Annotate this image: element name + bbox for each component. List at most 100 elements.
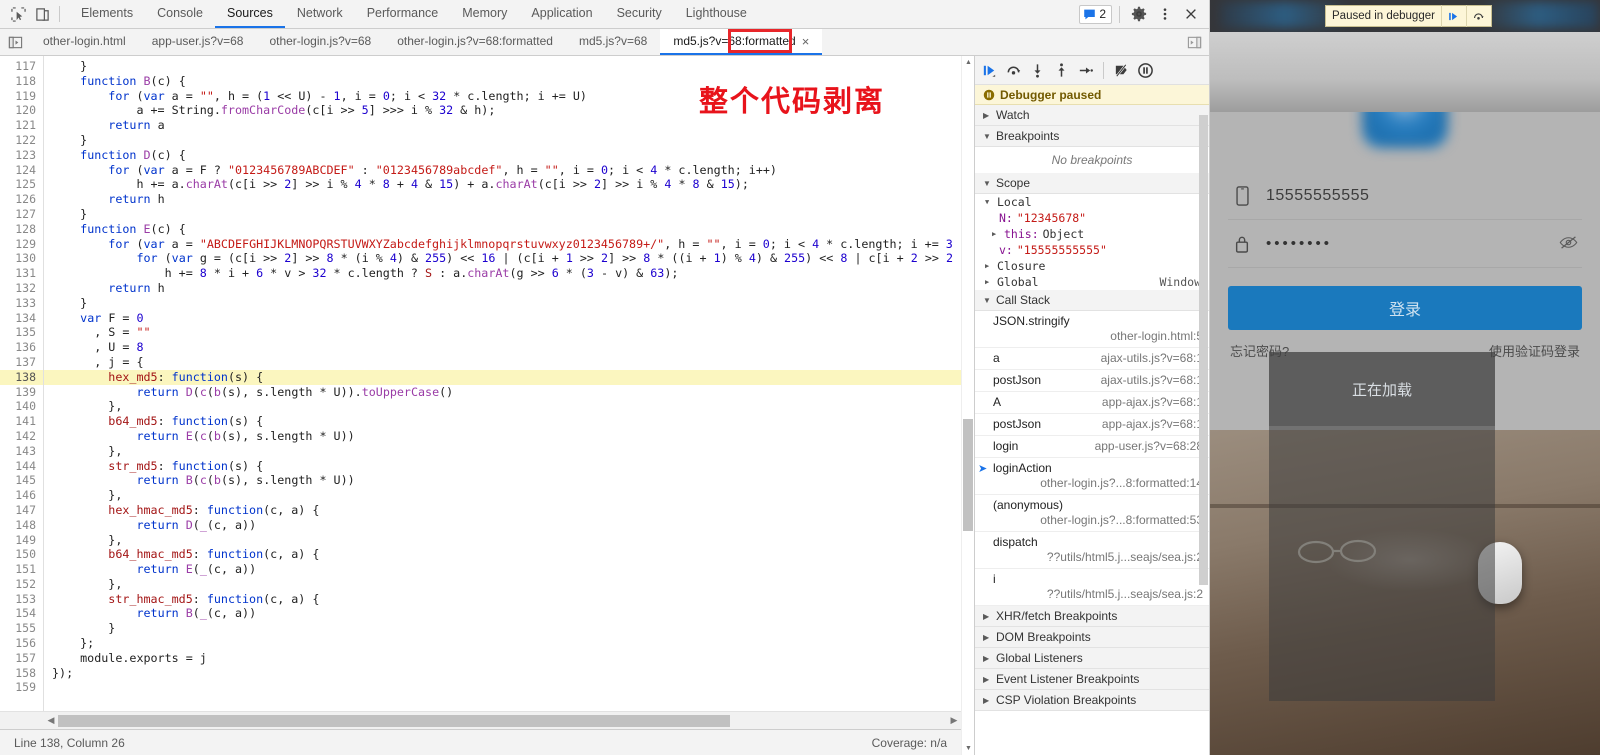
toggle-device-toolbar-icon[interactable] xyxy=(30,3,54,25)
inspect-element-icon[interactable] xyxy=(6,3,30,25)
deactivate-breakpoints-icon[interactable] xyxy=(1110,59,1133,82)
line-number[interactable]: 120 xyxy=(0,103,43,118)
section-csp-violation-breakpoints[interactable]: ▶ CSP Violation Breakpoints xyxy=(975,690,1209,711)
source-tab-app-user-js[interactable]: app-user.js?v=68 xyxy=(139,29,257,55)
toast-resume-icon[interactable] xyxy=(1440,5,1466,27)
line-number[interactable]: 142 xyxy=(0,429,43,444)
close-tab-icon[interactable]: × xyxy=(802,35,810,48)
line-number[interactable]: 126 xyxy=(0,192,43,207)
call-stack-row[interactable]: dispatch ??utils/html5.j...seajs/sea.js:2 xyxy=(975,532,1209,569)
section-breakpoints[interactable]: ▼ Breakpoints xyxy=(975,126,1209,147)
show-debugger-sidebar-icon[interactable] xyxy=(1179,29,1209,55)
line-number[interactable]: 124 xyxy=(0,163,43,178)
line-number[interactable]: 131 xyxy=(0,266,43,281)
line-number[interactable]: 156 xyxy=(0,636,43,651)
section-event-listener-breakpoints[interactable]: ▶ Event Listener Breakpoints xyxy=(975,669,1209,690)
scope-local-group[interactable]: ▼ Local xyxy=(975,194,1209,210)
line-number[interactable]: 128 xyxy=(0,222,43,237)
line-number[interactable]: 148 xyxy=(0,518,43,533)
line-number[interactable]: 137 xyxy=(0,355,43,370)
tab-sources[interactable]: Sources xyxy=(214,0,285,28)
tab-network[interactable]: Network xyxy=(285,0,355,28)
hscroll-thumb[interactable] xyxy=(58,714,730,727)
scope-closure-group[interactable]: ▶ Closure xyxy=(975,258,1209,274)
line-number[interactable]: 118 xyxy=(0,74,43,89)
resume-script-execution-icon[interactable] xyxy=(978,59,1001,82)
line-number[interactable]: 153 xyxy=(0,592,43,607)
line-number[interactable]: 136 xyxy=(0,340,43,355)
scope-global-group[interactable]: ▶ Global Window xyxy=(975,274,1209,290)
line-number[interactable]: 140 xyxy=(0,399,43,414)
line-number[interactable]: 143 xyxy=(0,444,43,459)
login-button[interactable]: 登录 xyxy=(1228,286,1582,330)
line-number[interactable]: 129 xyxy=(0,237,43,252)
line-number[interactable]: 119 xyxy=(0,89,43,104)
line-number[interactable]: 122 xyxy=(0,133,43,148)
tab-application[interactable]: Application xyxy=(519,0,604,28)
show-navigator-icon[interactable] xyxy=(0,29,30,55)
line-number[interactable]: 146 xyxy=(0,488,43,503)
line-number[interactable]: 155 xyxy=(0,621,43,636)
line-number[interactable]: 123 xyxy=(0,148,43,163)
tab-performance[interactable]: Performance xyxy=(355,0,451,28)
line-number[interactable]: 121 xyxy=(0,118,43,133)
call-stack-row[interactable]: login app-user.js?v=68:28 xyxy=(975,436,1209,458)
sidebar-scroll-thumb[interactable] xyxy=(1199,115,1208,585)
close-icon[interactable] xyxy=(1179,3,1203,25)
pause-on-exceptions-icon[interactable] xyxy=(1134,59,1157,82)
line-number[interactable]: 130 xyxy=(0,251,43,266)
toast-step-over-icon[interactable] xyxy=(1465,5,1491,27)
editor-vertical-scrollbar[interactable]: ▲ ▼ xyxy=(961,56,974,755)
console-messages-badge[interactable]: 2 xyxy=(1079,4,1112,24)
call-stack-row[interactable]: postJson app-ajax.js?v=68:1 xyxy=(975,414,1209,436)
line-number[interactable]: 117 xyxy=(0,59,43,74)
scroll-right-arrow-icon[interactable]: ▶ xyxy=(947,715,961,726)
source-tab-other-login-js[interactable]: other-login.js?v=68 xyxy=(256,29,384,55)
line-number[interactable]: 139 xyxy=(0,385,43,400)
line-number[interactable]: 127 xyxy=(0,207,43,222)
call-stack-row[interactable]: ➤ loginAction other-login.js?...8:formatte… xyxy=(975,458,1209,495)
section-watch[interactable]: ▶ Watch xyxy=(975,105,1209,126)
line-number[interactable]: 138 xyxy=(0,369,43,385)
line-number[interactable]: 133 xyxy=(0,296,43,311)
vscroll-thumb[interactable] xyxy=(963,419,973,531)
sms-login-link[interactable]: 使用验证码登录 xyxy=(1489,341,1580,360)
section-call-stack[interactable]: ▼ Call Stack xyxy=(975,290,1209,311)
scope-var-v[interactable]: v: "15555555555" xyxy=(975,242,1209,258)
line-number[interactable]: 135 xyxy=(0,325,43,340)
password-field-row[interactable]: •••••••• xyxy=(1228,220,1582,268)
line-number[interactable]: 147 xyxy=(0,503,43,518)
tab-security[interactable]: Security xyxy=(605,0,674,28)
call-stack-row[interactable]: postJson ajax-utils.js?v=68:1 xyxy=(975,370,1209,392)
tab-memory[interactable]: Memory xyxy=(450,0,519,28)
source-tab-md5-js[interactable]: md5.js?v=68 xyxy=(566,29,660,55)
phone-field-row[interactable]: 15555555555 xyxy=(1228,172,1582,220)
gear-icon[interactable] xyxy=(1127,3,1151,25)
line-number[interactable]: 145 xyxy=(0,473,43,488)
section-global-listeners[interactable]: ▶ Global Listeners xyxy=(975,648,1209,669)
step-into-next-call-icon[interactable] xyxy=(1026,59,1049,82)
call-stack-row[interactable]: a ajax-utils.js?v=68:1 xyxy=(975,348,1209,370)
step-over-next-call-icon[interactable] xyxy=(1002,59,1025,82)
line-number[interactable]: 149 xyxy=(0,533,43,548)
sidebar-vertical-scrollbar[interactable] xyxy=(1197,85,1209,755)
source-tab-other-login-html[interactable]: other-login.html xyxy=(30,29,139,55)
call-stack-row[interactable]: JSON.stringify other-login.html:5 xyxy=(975,311,1209,348)
tab-elements[interactable]: Elements xyxy=(69,0,145,28)
line-number[interactable]: 150 xyxy=(0,547,43,562)
line-number[interactable]: 151 xyxy=(0,562,43,577)
line-number[interactable]: 141 xyxy=(0,414,43,429)
scope-var-this[interactable]: ▶ this: Object xyxy=(975,226,1209,242)
more-options-icon[interactable] xyxy=(1153,3,1177,25)
line-number[interactable]: 158 xyxy=(0,666,43,681)
line-number[interactable]: 125 xyxy=(0,177,43,192)
source-tab-md5-js-formatted[interactable]: md5.js?v=68:formatted × xyxy=(660,29,823,55)
hscroll-track[interactable] xyxy=(58,714,947,728)
line-number[interactable]: 152 xyxy=(0,577,43,592)
section-scope[interactable]: ▼ Scope xyxy=(975,173,1209,194)
step-icon[interactable] xyxy=(1074,59,1097,82)
step-out-of-current-function-icon[interactable] xyxy=(1050,59,1073,82)
line-number[interactable]: 134 xyxy=(0,311,43,326)
toggle-password-visibility-icon[interactable] xyxy=(1559,235,1582,253)
call-stack-row[interactable]: (anonymous) other-login.js?...8:formatted… xyxy=(975,495,1209,532)
